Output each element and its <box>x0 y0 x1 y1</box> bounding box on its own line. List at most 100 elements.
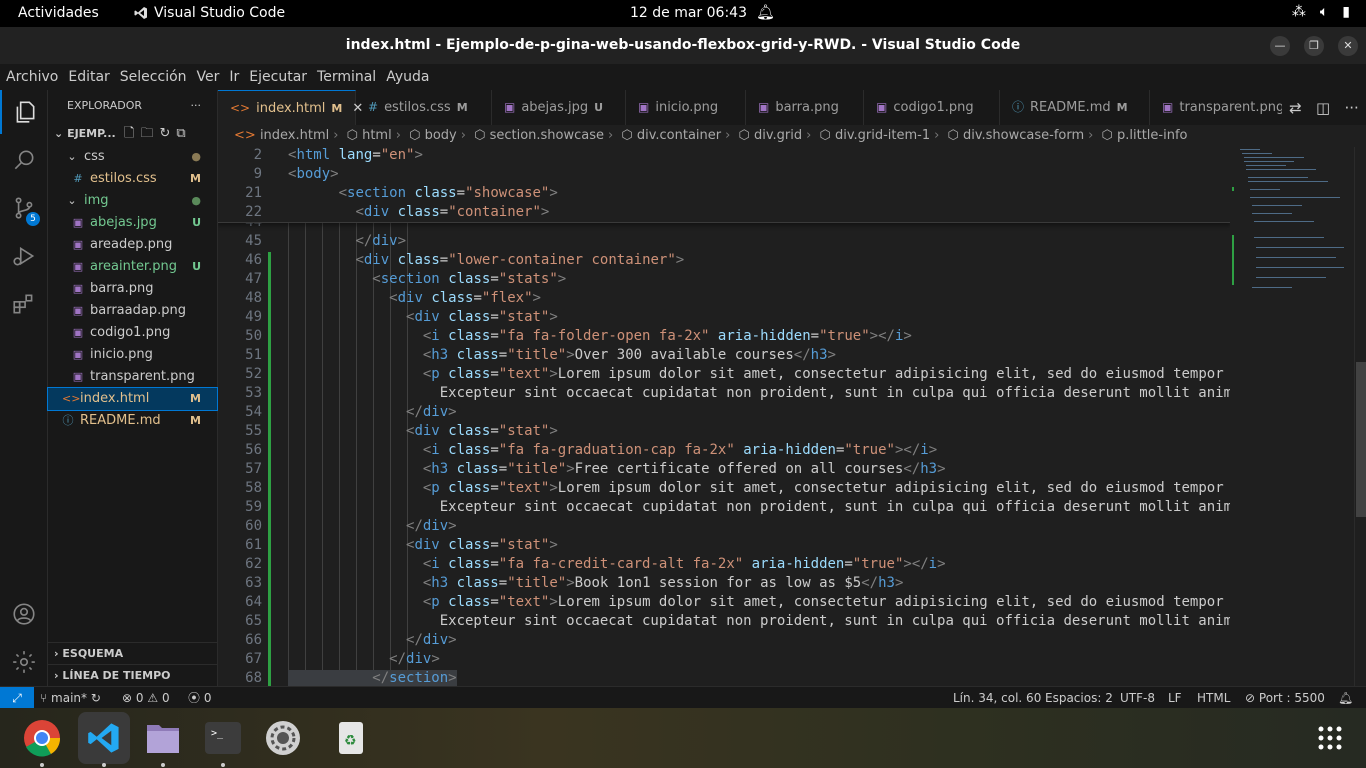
files-icon[interactable] <box>143 718 183 758</box>
code-line[interactable]: <h3 class="title">Book 1on1 session for … <box>288 575 904 591</box>
indentation[interactable]: Espacios: 2 <box>1045 687 1113 709</box>
terminal-icon[interactable]: >_ <box>203 718 243 758</box>
scrollbar-thumb[interactable] <box>1356 362 1366 517</box>
search-icon[interactable] <box>0 138 48 182</box>
breadcrumb-item[interactable]: index.html <box>260 128 329 143</box>
minimize-button[interactable]: — <box>1270 36 1290 56</box>
tree-file-inicio[interactable]: ▣ inicio.png <box>48 344 217 366</box>
tree-folder-css[interactable]: ⌄ css ● <box>48 146 217 168</box>
settings-app-icon[interactable] <box>263 718 303 758</box>
live-server[interactable]: ⊘ Port : 5500 <box>1245 687 1325 709</box>
tree-file-areainter[interactable]: ▣ areainter.png U <box>48 256 217 278</box>
compare-changes-icon[interactable]: ⇄ <box>1289 99 1302 117</box>
breadcrumb-item[interactable]: div.container <box>637 128 721 143</box>
refresh-icon[interactable]: ↻ <box>159 122 170 146</box>
code-line[interactable]: </section> <box>288 670 457 686</box>
code-line[interactable]: <div class="flex"> <box>288 290 541 306</box>
ports-indicator[interactable]: ⦿ 0 <box>188 687 211 709</box>
menu-ejecutar[interactable]: Ejecutar <box>249 64 307 90</box>
cursor-position[interactable]: Lín. 34, col. 60 <box>953 687 1041 709</box>
code-line[interactable]: </div> <box>288 518 457 534</box>
code-line[interactable]: <i class="fa fa-credit-card-alt fa-2x" a… <box>288 556 946 572</box>
branch-indicator[interactable]: ⑂ main* ↻ <box>40 687 101 709</box>
remote-icon[interactable]: ⤢ <box>0 687 34 709</box>
code-line[interactable]: Excepteur sint occaecat cupidatat non pr… <box>288 613 1230 629</box>
code-line[interactable]: <p class="text">Lorem ipsum dolor sit am… <box>288 366 1224 382</box>
code-line[interactable]: </div> <box>288 233 406 249</box>
breadcrumb-item[interactable]: div.grid <box>754 128 802 143</box>
tree-file-areadep[interactable]: ▣ areadep.png <box>48 234 217 256</box>
run-debug-icon[interactable] <box>0 234 48 278</box>
tab-codigo1[interactable]: ▣ codigo1.png <box>864 90 1000 125</box>
source-control-icon[interactable]: 5 <box>0 186 48 230</box>
trash-icon[interactable]: ♻ <box>331 718 371 758</box>
code-line[interactable]: <div class="stat"> <box>288 423 558 439</box>
new-folder-icon[interactable]: 🗀︎ <box>140 122 153 146</box>
code-line[interactable]: Excepteur sint occaecat cupidatat non pr… <box>288 385 1230 401</box>
tree-file-readme[interactable]: ⓘ README.md M <box>48 410 217 432</box>
notifications-bell-icon[interactable]: 🔔︎ <box>1338 687 1353 709</box>
problems-indicator[interactable]: ⊗ 0 ⚠ 0 <box>122 687 170 709</box>
sticky-line[interactable]: <section class="showcase"> <box>288 185 558 201</box>
code-line[interactable]: <p class="text">Lorem ipsum dolor sit am… <box>288 594 1224 610</box>
show-apps-icon[interactable] <box>1310 718 1350 758</box>
code-line[interactable]: <div class="lower-container container"> <box>288 252 684 268</box>
code-line[interactable]: <p class="text">Lorem ipsum dolor sit am… <box>288 480 1224 496</box>
code-line[interactable]: </div> <box>288 651 440 667</box>
menu-ir[interactable]: Ir <box>229 64 239 90</box>
code-line[interactable]: <div class="stat"> <box>288 309 558 325</box>
sticky-scroll[interactable]: 2 <html lang="en"> 9 <body> 21 <section clas… <box>218 147 1230 223</box>
new-file-icon[interactable]: 🗋︎ <box>124 122 134 146</box>
maximize-button[interactable]: ❐ <box>1304 36 1324 56</box>
chrome-icon[interactable] <box>22 718 62 758</box>
minimap[interactable] <box>1230 147 1354 686</box>
menu-seleccion[interactable]: Selección <box>120 64 187 90</box>
outline-section[interactable]: › ESQUEMA <box>48 642 218 664</box>
more-actions-icon[interactable]: ··· <box>1345 99 1359 117</box>
tree-file-codigo1[interactable]: ▣ codigo1.png <box>48 322 217 344</box>
project-folder[interactable]: ⌄ EJEMP... 🗋︎ 🗀︎ ↻ ⧉ <box>48 122 217 146</box>
more-actions-icon[interactable]: ··· <box>191 90 202 122</box>
menu-terminal[interactable]: Terminal <box>317 64 376 90</box>
tree-file-estilos-css[interactable]: # estilos.css M <box>48 168 217 190</box>
tree-file-transparent[interactable]: ▣ transparent.png <box>48 366 217 388</box>
clock[interactable]: 12 de mar 06:43 <box>630 5 747 21</box>
breadcrumb-item[interactable]: section.showcase <box>490 128 604 143</box>
menu-editar[interactable]: Editar <box>68 64 109 90</box>
app-menu[interactable]: Visual Studio Code <box>134 5 285 21</box>
code-line[interactable]: <h3 class="title">Free certificate offer… <box>288 461 946 477</box>
split-editor-icon[interactable]: ◫ <box>1316 99 1330 117</box>
language-mode[interactable]: HTML <box>1197 687 1230 709</box>
code-line[interactable]: <i class="fa fa-folder-open fa-2x" aria-… <box>288 328 912 344</box>
tab-barra[interactable]: ▣ barra.png <box>746 90 864 125</box>
extensions-icon[interactable] <box>0 282 48 326</box>
breadcrumb-item[interactable]: div.grid-item-1 <box>835 128 930 143</box>
explorer-icon[interactable] <box>0 90 48 134</box>
breadcrumb-item[interactable]: p.little-info <box>1117 128 1187 143</box>
tree-file-abejas[interactable]: ▣ abejas.jpg U <box>48 212 217 234</box>
timeline-section[interactable]: › LÍNEA DE TIEMPO <box>48 664 218 686</box>
breadcrumb-item[interactable]: div.showcase-form <box>963 128 1084 143</box>
tree-file-index-html[interactable]: <>index.html M <box>47 387 218 411</box>
settings-gear-icon[interactable] <box>0 640 48 684</box>
tab-inicio[interactable]: ▣ inicio.png <box>626 90 746 125</box>
sticky-line[interactable]: <body> <box>288 166 339 182</box>
collapse-all-icon[interactable]: ⧉ <box>176 122 185 146</box>
code-line[interactable]: <i class="fa fa-graduation-cap fa-2x" ar… <box>288 442 937 458</box>
vscode-dock-icon[interactable] <box>78 712 130 764</box>
breadcrumb-item[interactable]: html <box>362 128 392 143</box>
sticky-line[interactable]: <div class="container"> <box>288 204 549 220</box>
code-line[interactable]: <h3 class="title">Over 300 available cou… <box>288 347 836 363</box>
code-line[interactable]: Excepteur sint occaecat cupidatat non pr… <box>288 499 1230 515</box>
code-line[interactable]: <section class="stats"> <box>288 271 566 287</box>
encoding[interactable]: UTF-8 <box>1120 687 1155 709</box>
code-editor[interactable]: 2 <html lang="en"> 9 <body> 21 <section clas… <box>218 147 1230 686</box>
tree-file-barra[interactable]: ▣ barra.png <box>48 278 217 300</box>
breadcrumb-item[interactable]: body <box>425 128 457 143</box>
sticky-line[interactable]: <html lang="en"> <box>288 147 423 163</box>
tab-transparent[interactable]: ▣ transparent.png <box>1150 90 1290 125</box>
code-line[interactable]: <div class="stat"> <box>288 537 558 553</box>
system-tray[interactable]: ⁂ 🔈︎ ▮ <box>1292 4 1350 20</box>
activities-button[interactable]: Actividades <box>18 5 99 21</box>
tab-abejas[interactable]: ▣ abejas.jpg U <box>492 90 626 125</box>
